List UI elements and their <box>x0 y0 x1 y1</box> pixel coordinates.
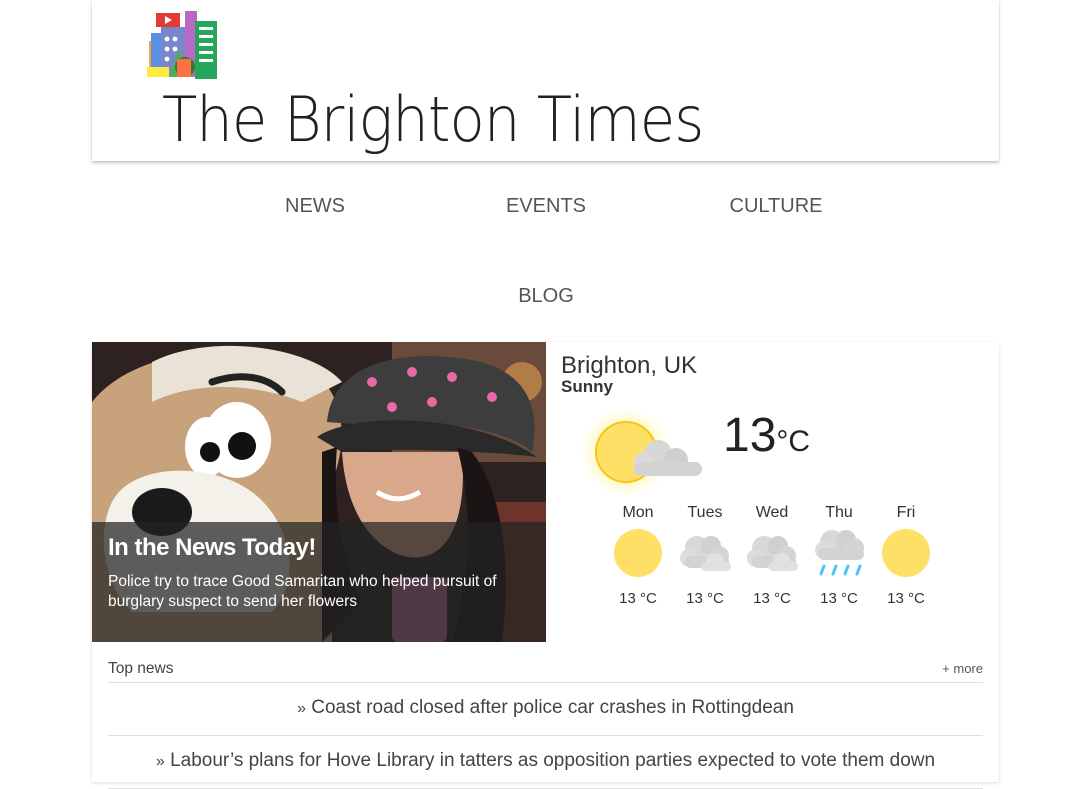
news-story[interactable]: » Coast road closed after police car cra… <box>108 683 983 736</box>
forecast-day-name: Mon <box>622 504 654 521</box>
forecast-day-name: Fri <box>896 504 916 521</box>
rain-icon <box>815 530 864 576</box>
feature-title[interactable]: In the News Today! <box>108 534 316 562</box>
cloud-icon <box>747 536 798 571</box>
forecast-day: Wed 13 °C <box>739 504 805 607</box>
forecast-day-name: Wed <box>755 504 789 521</box>
nav-blog[interactable]: BLOG <box>436 285 656 308</box>
feature-story[interactable]: In the News Today! Police try to trace G… <box>92 342 546 642</box>
top-news-header: Top news + more <box>108 660 983 683</box>
forecast-day: Mon 13 °C <box>605 504 671 607</box>
forecast-day: Tues 13 °C <box>672 504 738 607</box>
feature-caption: In the News Today! Police try to trace G… <box>92 522 546 642</box>
bullet-icon: » <box>297 700 306 717</box>
weather-temperature: 13°C <box>723 408 810 463</box>
nav-news[interactable]: NEWS <box>205 195 425 218</box>
forecast-temp: 13 °C <box>887 590 925 607</box>
forecast-day-name: Thu <box>825 504 853 521</box>
more-news-link[interactable]: + more <box>942 661 983 676</box>
sun-cloud-icon <box>580 406 702 498</box>
forecast-temp: 13 °C <box>753 590 791 607</box>
nav-events[interactable]: EVENTS <box>436 195 656 218</box>
top-news-section: Top news + more » Coast road closed afte… <box>108 660 983 789</box>
forecast-temp: 13 °C <box>820 590 858 607</box>
forecast-temp: 13 °C <box>686 590 724 607</box>
nav-culture[interactable]: CULTURE <box>666 195 886 218</box>
top-news-label: Top news <box>108 660 174 677</box>
weather-location: Brighton, UK <box>561 352 698 379</box>
feature-summary[interactable]: Police try to trace Good Samaritan who h… <box>108 572 528 612</box>
news-story[interactable]: » Labour’s plans for Hove Library in tat… <box>108 736 983 789</box>
forecast-day-name: Tues <box>687 504 723 521</box>
sun-icon <box>614 529 662 577</box>
temp-unit: °C <box>776 425 811 458</box>
weather-condition: Sunny <box>561 377 613 396</box>
forecast-day: Fri 13 °C <box>873 504 939 607</box>
forecast-day: Thu 13 °C <box>806 504 872 607</box>
weather-widget: Brighton, UK Sunny 13°C Mon 13 °C Tues 1… <box>546 342 999 642</box>
bullet-icon: » <box>155 753 165 770</box>
cloud-icon <box>680 536 731 571</box>
main-card: In the News Today! Police try to trace G… <box>92 342 999 789</box>
news-story-title[interactable]: Coast road closed after police car crash… <box>311 697 794 718</box>
site-title[interactable]: The Brighton Times <box>162 82 704 158</box>
city-logo-icon[interactable] <box>147 9 219 79</box>
site-header: The Brighton Times <box>92 0 999 161</box>
sun-icon <box>882 529 930 577</box>
forecast-temp: 13 °C <box>619 590 657 607</box>
temp-value: 13 <box>723 409 777 462</box>
